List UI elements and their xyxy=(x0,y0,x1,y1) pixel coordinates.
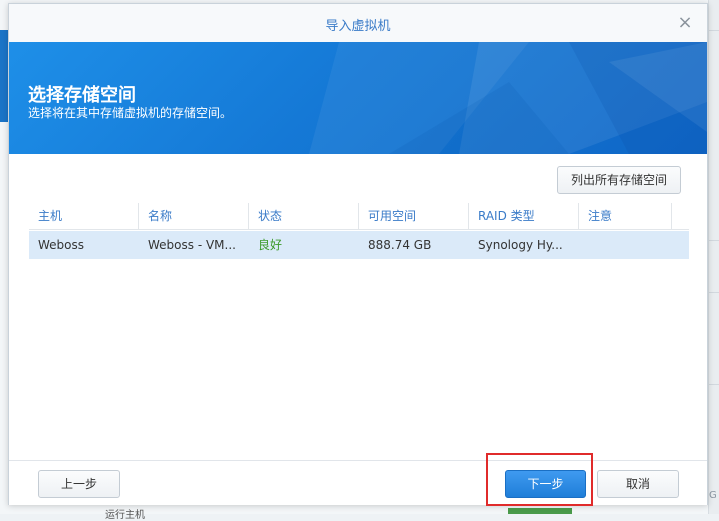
table-header: 主机 名称 状态 可用空间 RAID 类型 注意 xyxy=(29,203,689,230)
dialog-title: 导入虚拟机 xyxy=(325,19,391,34)
cell-name: Weboss - VM... xyxy=(148,238,236,252)
dialog-titlebar[interactable]: 导入虚拟机 × xyxy=(9,4,707,43)
column-header-filler xyxy=(672,203,689,229)
cell-status: 良好 xyxy=(258,238,283,252)
background-divider xyxy=(709,384,719,385)
storage-table: 主机 名称 状态 可用空间 RAID 类型 注意 Weboss Weboss -… xyxy=(29,203,689,259)
cell-host: Weboss xyxy=(38,238,85,252)
background-progress-bar xyxy=(508,508,572,514)
banner-subtitle: 选择将在其中存储虚拟机的存储空间。 xyxy=(28,106,233,120)
table-row[interactable]: Weboss Weboss - VM... 良好 888.74 GB Synol… xyxy=(29,231,689,259)
cell-filler xyxy=(672,231,689,259)
next-button[interactable]: 下一步 xyxy=(505,470,586,498)
background-divider xyxy=(709,240,719,241)
background-divider xyxy=(709,30,719,31)
background-sidebar-accent xyxy=(0,30,8,122)
previous-button[interactable]: 上一步 xyxy=(38,470,120,498)
cell-note xyxy=(579,231,672,259)
cell-free-space: 888.74 GB xyxy=(368,238,432,252)
dialog-footer: 上一步 下一步 取消 xyxy=(9,460,707,505)
column-header-status[interactable]: 状态 xyxy=(249,203,359,229)
close-icon[interactable]: × xyxy=(675,13,695,33)
background-right-panel xyxy=(708,0,719,514)
cell-raid-type: Synology Hy... xyxy=(478,238,563,252)
cancel-button[interactable]: 取消 xyxy=(597,470,679,498)
wizard-banner: 选择存储空间 选择将在其中存储虚拟机的存储空间。 xyxy=(9,42,707,154)
column-header-note[interactable]: 注意 xyxy=(579,203,672,229)
background-right-text: G xyxy=(709,490,717,501)
column-header-name[interactable]: 名称 xyxy=(139,203,249,229)
column-header-host[interactable]: 主机 xyxy=(29,203,139,229)
import-vm-dialog: 导入虚拟机 × 选择存储空间 选择将在其中存储虚拟机的存储空间。 列出所有存储空… xyxy=(8,3,708,505)
list-all-storage-button[interactable]: 列出所有存储空间 xyxy=(557,166,681,194)
column-header-raid-type[interactable]: RAID 类型 xyxy=(469,203,579,229)
background-divider xyxy=(709,292,719,293)
column-header-free-space[interactable]: 可用空间 xyxy=(359,203,469,229)
